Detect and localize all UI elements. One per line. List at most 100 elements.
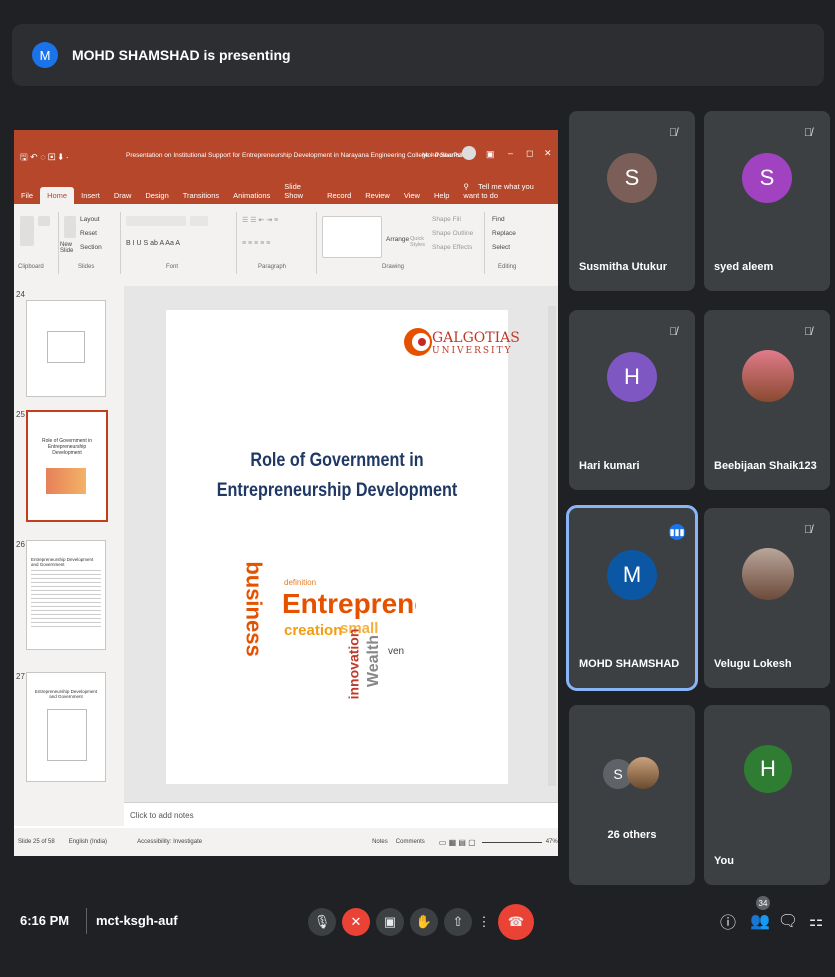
mic-icon: 🎙	[313, 914, 331, 929]
word-creation: creation	[284, 622, 343, 639]
maximize-icon[interactable]: ◻	[526, 148, 533, 159]
chat-button[interactable]: 🗨	[778, 910, 798, 932]
notes-pane[interactable]: Click to add notes	[124, 802, 558, 829]
find-button[interactable]: Find	[492, 216, 505, 223]
new-slide-icon[interactable]	[64, 216, 76, 238]
tab-view[interactable]: View	[397, 187, 427, 204]
font-format-buttons[interactable]: B I U S ab A Aa A	[126, 240, 180, 247]
tab-draw[interactable]: Draw	[107, 187, 139, 204]
participant-tile-active[interactable]: ▮▮▮ M MOHD SHAMSHAD	[566, 505, 698, 691]
participant-tile[interactable]: 🎙̸ H Hari kumari	[569, 310, 695, 490]
shape-fill-button[interactable]: Shape Fill	[432, 216, 461, 223]
presenter-avatar: M	[32, 42, 58, 68]
shared-screen: 🖫 ↶ ◌ ▣ ⬇ · Presentation on Institutiona…	[14, 130, 558, 856]
clipboard-label: Clipboard	[18, 264, 44, 270]
font-label: Font	[166, 264, 179, 270]
align-buttons[interactable]: ≡ ≡ ≡ ≡ ≡	[242, 240, 270, 247]
thumb-slide-27[interactable]: Entrepreneurship Development and Governm…	[26, 672, 106, 782]
participant-tile[interactable]: 🎙̸ S Susmitha Utukur	[569, 111, 695, 291]
clipboard-group: Clipboard	[14, 212, 59, 274]
drawing-label: Drawing	[382, 264, 405, 270]
shapes-gallery[interactable]	[322, 216, 382, 258]
tab-file[interactable]: File	[14, 187, 40, 204]
ppt-window-title: Presentation on Institutional Support fo…	[126, 152, 469, 159]
select-button[interactable]: Select	[492, 244, 510, 251]
language-indicator[interactable]: English (India)	[69, 839, 107, 845]
participant-tile[interactable]: 🎙̸ Beebijaan Shaik123	[704, 310, 830, 490]
others-tile[interactable]: S 26 others	[569, 705, 695, 885]
zoom-slider[interactable]	[481, 841, 542, 843]
tab-help[interactable]: Help	[427, 187, 456, 204]
section-button[interactable]: Section	[80, 244, 102, 251]
microphone-button[interactable]: 🎙	[308, 908, 336, 936]
list-buttons[interactable]: ☰ ☰ ⇤ ⇥ ≡	[242, 216, 278, 224]
people-button[interactable]: 👥	[750, 910, 770, 932]
muted-mic-icon: 🎙̸	[804, 326, 813, 338]
ppt-ribbon: Clipboard Layout Reset Section New Slide…	[14, 204, 558, 287]
captions-button[interactable]: ▣	[376, 908, 404, 936]
font-size-select[interactable]	[190, 216, 208, 226]
activities-button[interactable]: ⚏	[806, 910, 826, 932]
participant-avatar: M	[607, 550, 657, 600]
hang-up-icon: ☎	[507, 914, 525, 929]
arrange-button[interactable]: Arrange	[386, 236, 409, 243]
muted-mic-icon: 🎙̸	[804, 524, 813, 536]
tab-review[interactable]: Review	[358, 187, 397, 204]
logo-subname: UNIVERSITY	[432, 346, 513, 356]
thumb-slide-24[interactable]	[26, 300, 106, 397]
tab-transitions[interactable]: Transitions	[176, 187, 226, 204]
ppt-user-avatar[interactable]	[462, 146, 476, 160]
camera-off-icon: ✕	[350, 914, 362, 929]
shape-effects-button[interactable]: Shape Effects	[432, 244, 472, 251]
galgotias-logo-icon	[404, 328, 432, 356]
layout-button[interactable]: Layout	[80, 216, 100, 223]
thumb-slide-25[interactable]: Role of Government in Entrepreneurship D…	[26, 410, 108, 522]
shape-outline-button[interactable]: Shape Outline	[432, 230, 473, 237]
font-group: B I U S ab A Aa A Font	[122, 212, 237, 274]
participant-tile[interactable]: 🎙̸ Velugu Lokesh	[704, 508, 830, 688]
quick-styles-button[interactable]: Quick Styles	[410, 236, 426, 248]
font-family-select[interactable]	[126, 216, 186, 226]
chat-icon: 🗨	[777, 913, 799, 930]
thumb-slide-26[interactable]: Entrepreneurship Development and Governm…	[26, 540, 106, 650]
slide-scrollbar[interactable]	[548, 306, 556, 786]
participant-name: You	[714, 855, 734, 867]
tab-animations[interactable]: Animations	[226, 187, 277, 204]
muted-mic-icon: 🎙̸	[669, 326, 678, 338]
paste-icon[interactable]	[20, 216, 34, 246]
present-button[interactable]: ⇧	[444, 908, 472, 936]
slide-thumbnails: 24 25 Role of Government in Entrepreneur…	[14, 286, 124, 826]
new-slide-label[interactable]: New Slide	[60, 242, 78, 254]
meeting-info-button[interactable]: ⓘ	[718, 910, 738, 932]
ribbon-display-icon[interactable]: ▣	[486, 149, 495, 160]
leave-call-button[interactable]: ☎	[498, 904, 534, 940]
more-options-button[interactable]: ⋮	[470, 908, 498, 936]
raise-hand-button[interactable]: ✋	[410, 908, 438, 936]
paragraph-label: Paragraph	[258, 264, 287, 270]
accessibility-indicator[interactable]: Accessibility: Investigate	[137, 839, 202, 845]
cut-icon[interactable]	[38, 216, 50, 226]
tab-insert[interactable]: Insert	[74, 187, 107, 204]
quick-access-icons[interactable]: 🖫 ↶ ◌ ▣ ⬇ ·	[20, 150, 69, 166]
more-vert-icon: ⋮	[477, 914, 491, 929]
tab-home[interactable]: Home	[40, 187, 75, 204]
view-buttons[interactable]: ▭ ▦ ▤ ▢	[439, 838, 476, 847]
minimize-icon[interactable]: –	[508, 148, 513, 158]
close-icon[interactable]: ✕	[544, 148, 552, 159]
tab-record[interactable]: Record	[320, 187, 358, 204]
reset-button[interactable]: Reset	[80, 230, 97, 237]
camera-button[interactable]: ✕	[342, 908, 370, 936]
ppt-titlebar: 🖫 ↶ ◌ ▣ ⬇ · Presentation on Institutiona…	[14, 130, 558, 182]
activities-icon: ⚏	[808, 913, 824, 930]
participant-tile[interactable]: 🎙̸ S syed aleem	[704, 111, 830, 291]
current-slide[interactable]: GALGOTIAS UNIVERSITY Role of Government …	[166, 310, 520, 784]
participant-avatar: S	[607, 153, 657, 203]
logo-name: GALGOTIAS	[432, 330, 520, 346]
notes-toggle[interactable]: Notes	[372, 839, 388, 845]
self-tile[interactable]: H You	[704, 705, 830, 885]
zoom-level[interactable]: 47%	[546, 839, 558, 845]
hand-icon: ✋	[415, 914, 433, 929]
tab-design[interactable]: Design	[138, 187, 175, 204]
replace-button[interactable]: Replace	[492, 230, 516, 237]
comments-toggle[interactable]: Comments	[396, 839, 425, 845]
